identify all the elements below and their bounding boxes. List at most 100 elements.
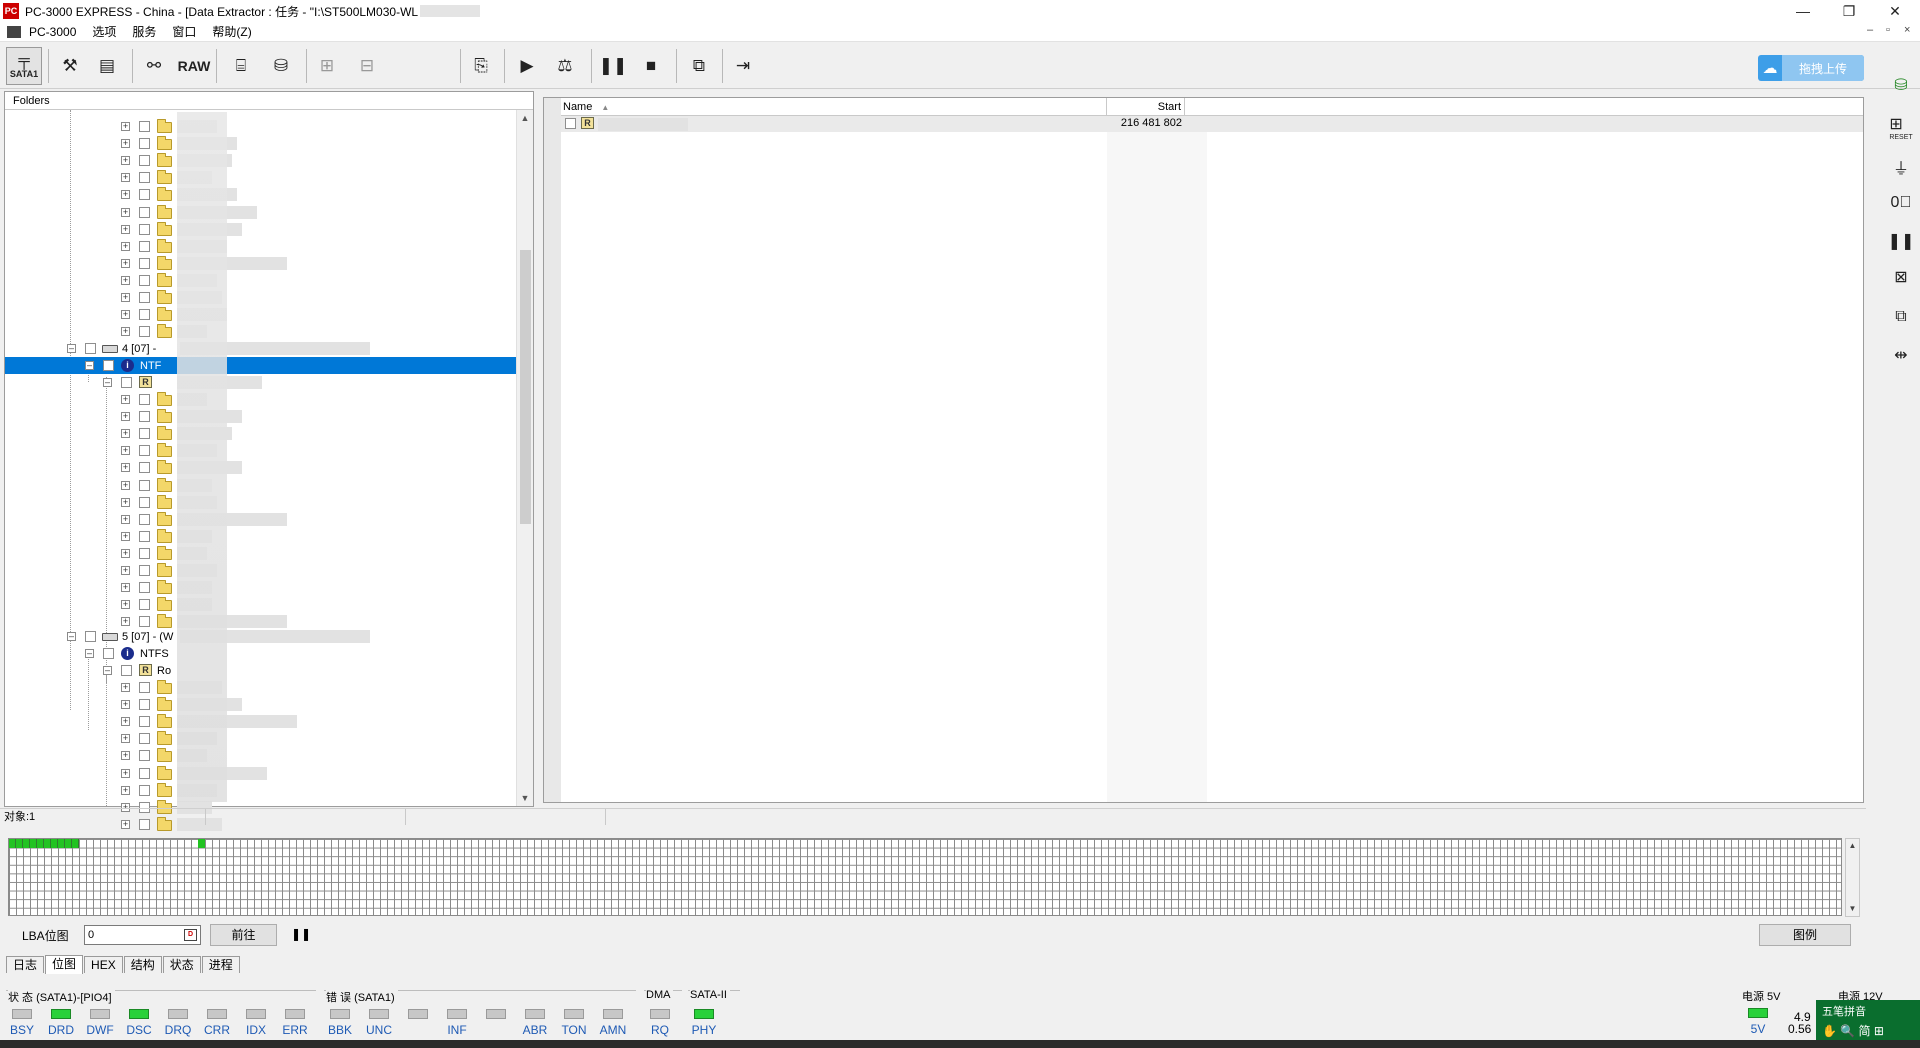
- expand-icon[interactable]: +: [121, 293, 130, 302]
- tree-checkbox[interactable]: [121, 377, 132, 388]
- tree-checkbox[interactable]: [139, 716, 150, 727]
- zero-icon[interactable]: 0⃝: [1884, 188, 1918, 218]
- tree-folder-row[interactable]: +: [5, 306, 517, 323]
- expand-icon[interactable]: +: [121, 566, 130, 575]
- expand-icon[interactable]: +: [121, 463, 130, 472]
- remove-icon[interactable]: ⊠: [1884, 262, 1918, 292]
- tree-checkbox[interactable]: [139, 207, 150, 218]
- tree-checkbox[interactable]: [139, 599, 150, 610]
- mdi-close-icon[interactable]: ×: [1904, 24, 1910, 36]
- tab-structure[interactable]: 结构: [123, 956, 162, 973]
- collapse-icon[interactable]: –: [103, 666, 112, 675]
- menu-pc3000[interactable]: PC-3000: [21, 25, 84, 39]
- collapse-icon[interactable]: –: [103, 378, 112, 387]
- expand-icon[interactable]: +: [121, 532, 130, 541]
- scroll-thumb[interactable]: [520, 250, 531, 524]
- expand-icon[interactable]: +: [121, 617, 130, 626]
- script-icon[interactable]: ▤: [92, 51, 122, 81]
- tree-folder-row[interactable]: +: [5, 169, 517, 186]
- tree-checkbox[interactable]: [139, 155, 150, 166]
- tree-root-row[interactable]: – R: [5, 374, 517, 391]
- raw-button[interactable]: RAW: [176, 51, 212, 81]
- name-column-header[interactable]: Name ▲: [561, 98, 1107, 116]
- expand-icon[interactable]: +: [121, 259, 130, 268]
- partition-5-row[interactable]: – 5 [07] - (W: [5, 628, 517, 645]
- tree-checkbox[interactable]: [139, 172, 150, 183]
- tree-folder-row[interactable]: +: [5, 730, 517, 747]
- expand-icon[interactable]: +: [121, 717, 130, 726]
- tree-folder-row[interactable]: +: [5, 152, 517, 169]
- menu-help[interactable]: 帮助(Z): [204, 23, 259, 40]
- tree-root-row[interactable]: – R Ro: [5, 662, 517, 679]
- tree-checkbox[interactable]: [139, 565, 150, 576]
- collapse-icon[interactable]: –: [67, 344, 76, 353]
- mdi-restore-icon[interactable]: ▫: [1886, 24, 1890, 36]
- tree-checkbox[interactable]: [139, 258, 150, 269]
- expand-icon[interactable]: +: [121, 769, 130, 778]
- tree-checkbox[interactable]: [139, 275, 150, 286]
- tree-checkbox[interactable]: [139, 582, 150, 593]
- lba-scroll-down-icon[interactable]: ▼: [1846, 902, 1859, 916]
- partition-4-row[interactable]: – 4 [07] -: [5, 340, 517, 357]
- expand-icon[interactable]: +: [121, 786, 130, 795]
- menu-service[interactable]: 服务: [124, 23, 164, 40]
- minimize-icon[interactable]: —: [1780, 0, 1826, 22]
- tree-checkbox[interactable]: [139, 785, 150, 796]
- tree-folder-row[interactable]: +: [5, 528, 517, 545]
- expand-icon[interactable]: +: [121, 310, 130, 319]
- tree-checkbox[interactable]: [139, 326, 150, 337]
- tree-checkbox[interactable]: [85, 343, 96, 354]
- tree-fs-row[interactable]: – i NTF: [5, 357, 517, 374]
- tree-checkbox[interactable]: [139, 121, 150, 132]
- settings-slider-icon[interactable]: ⇹: [1884, 340, 1918, 370]
- tree-checkbox[interactable]: [139, 768, 150, 779]
- exit-icon[interactable]: ⇥: [728, 51, 758, 81]
- close-icon[interactable]: ✕: [1872, 0, 1918, 22]
- tree-folder-row[interactable]: +: [5, 221, 517, 238]
- tree-checkbox[interactable]: [139, 699, 150, 710]
- expand-icon[interactable]: +: [121, 139, 130, 148]
- copy-sectors-icon[interactable]: ⌸: [226, 51, 256, 81]
- upload-button[interactable]: ☁ 拖拽上传: [1758, 55, 1864, 81]
- lba-scrollbar[interactable]: ▲ ▼: [1845, 838, 1860, 917]
- tab-bitmap[interactable]: 位图: [45, 955, 84, 974]
- menu-window[interactable]: 窗口: [164, 23, 204, 40]
- tree-checkbox[interactable]: [139, 241, 150, 252]
- tab-process[interactable]: 进程: [201, 956, 240, 973]
- copy-icon[interactable]: ⧉: [1884, 302, 1918, 332]
- connect-icon[interactable]: ⏚: [1884, 152, 1918, 182]
- tree-checkbox[interactable]: [139, 480, 150, 491]
- tree-checkbox[interactable]: [139, 750, 150, 761]
- scroll-down-icon[interactable]: ▼: [517, 790, 533, 806]
- start-column-header[interactable]: Start: [1107, 98, 1185, 116]
- legend-button[interactable]: 图例: [1759, 924, 1851, 946]
- lba-input[interactable]: 0 D: [84, 925, 201, 945]
- table-row[interactable]: R 216 481 802: [561, 116, 1863, 132]
- tree-folder-row[interactable]: +: [5, 713, 517, 730]
- windows-icon[interactable]: ⧉: [684, 51, 714, 81]
- tree-checkbox[interactable]: [103, 648, 114, 659]
- tree-folder-row[interactable]: +: [5, 186, 517, 203]
- play-icon[interactable]: ▶: [512, 51, 542, 81]
- tree-scrollbar[interactable]: ▲ ▼: [516, 110, 533, 806]
- tree-collapse-icon[interactable]: ⊟: [352, 51, 382, 81]
- tab-log[interactable]: 日志: [6, 956, 45, 973]
- tree-checkbox[interactable]: [139, 531, 150, 542]
- tree-folder-row[interactable]: +: [5, 323, 517, 340]
- expand-icon[interactable]: +: [121, 429, 130, 438]
- expand-icon[interactable]: +: [121, 190, 130, 199]
- expand-icon[interactable]: +: [121, 276, 130, 285]
- expand-icon[interactable]: +: [121, 700, 130, 709]
- tree-checkbox[interactable]: [139, 462, 150, 473]
- tree-checkbox[interactable]: [139, 514, 150, 525]
- tree-checkbox[interactable]: [121, 665, 132, 676]
- tree-folder-row[interactable]: +: [5, 135, 517, 152]
- expand-icon[interactable]: +: [121, 122, 130, 131]
- collapse-icon[interactable]: –: [67, 632, 76, 641]
- tree-folder-row[interactable]: +: [5, 765, 517, 782]
- expand-icon[interactable]: +: [121, 734, 130, 743]
- expand-icon[interactable]: +: [121, 751, 130, 760]
- binoculars-icon[interactable]: ⚯: [139, 51, 169, 81]
- tree-checkbox[interactable]: [139, 616, 150, 627]
- tree-expand-icon[interactable]: ⊞: [312, 51, 342, 81]
